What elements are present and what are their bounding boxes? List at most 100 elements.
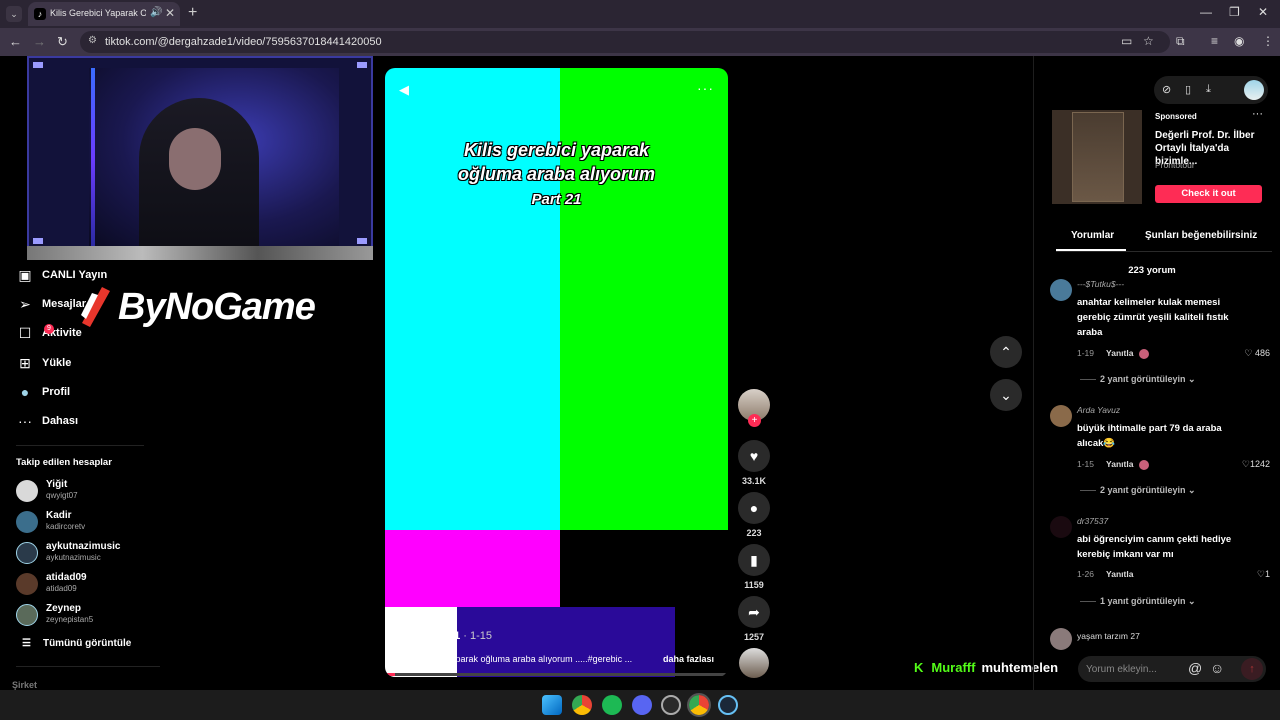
ad-more-icon[interactable]: ··· <box>1252 108 1263 120</box>
tab-close-button[interactable]: ✕ <box>165 6 175 20</box>
extensions-icon[interactable]: ⧉ <box>1176 34 1185 49</box>
mention-icon[interactable]: @ <box>1188 660 1202 676</box>
view-replies-button[interactable]: 2 yanıt görüntüleyin ⌄ <box>1080 374 1196 385</box>
avatar[interactable] <box>1050 279 1072 301</box>
save-button[interactable]: ▮ 1159 <box>737 544 771 590</box>
restore-button[interactable]: ❐ <box>1229 5 1240 19</box>
frame-corner <box>357 62 367 68</box>
ad-brand[interactable]: Prontotour <box>1155 160 1195 170</box>
browser-menu-icon[interactable]: ⋮ <box>1262 34 1274 48</box>
view-replies-button[interactable]: 2 yanıt görüntüleyin ⌄ <box>1080 485 1196 496</box>
chrome-active-icon[interactable] <box>687 693 711 717</box>
music-disc-icon[interactable] <box>739 648 769 678</box>
comment-username[interactable]: dr37537 <box>1077 516 1108 526</box>
site-info-icon[interactable]: ⚙ <box>88 35 97 46</box>
speaker-icon[interactable]: 🔊 <box>150 7 162 18</box>
following-handle: kadircoretv <box>46 522 86 531</box>
comment-like-button[interactable]: ♡1 <box>1257 569 1270 580</box>
more-options-icon[interactable]: ··· <box>697 80 714 96</box>
video-progress-bar[interactable] <box>385 673 728 676</box>
sidebar-item-activity[interactable]: ☐ 9 Aktivite <box>16 322 82 344</box>
sidebar-item-profile[interactable]: ● Profil <box>16 381 70 403</box>
share-button[interactable]: ➦ 1257 <box>737 596 771 642</box>
show-more-link[interactable]: daha fazlası <box>663 654 714 664</box>
new-tab-button[interactable]: + <box>188 4 197 22</box>
profile-icon[interactable]: ◉ <box>1234 34 1244 48</box>
browser-tab[interactable]: ♪ Kilis Gerebici Yaparak Oğlu 🔊 ✕ <box>28 2 180 26</box>
reload-button[interactable]: ↻ <box>57 34 68 50</box>
video-caption-line2: oğluma araba alıyorum <box>457 164 656 184</box>
comment-input-bar: @ ☺ <box>1078 656 1266 682</box>
ad-cta-button[interactable]: Check it out <box>1155 185 1262 203</box>
upload-icon: ⊞ <box>19 354 31 371</box>
avatar[interactable] <box>1050 405 1072 427</box>
comment-meta: 1-26 Yanıtla <box>1077 569 1133 579</box>
compass-icon[interactable]: ⊘ <box>1162 83 1171 96</box>
obs-icon[interactable] <box>661 695 681 715</box>
reply-button[interactable]: Yanıtla <box>1106 459 1133 469</box>
download-icon[interactable]: ⤓ <box>1206 83 1211 96</box>
address-bar[interactable]: ⚙ tiktok.com/@dergahzade1/video/75956370… <box>80 31 1170 53</box>
bookmark-star-icon[interactable]: ☆ <box>1143 34 1154 48</box>
comment-username[interactable]: Arda Yavuz <box>1077 405 1120 415</box>
view-replies-button[interactable]: 1 yanıt görüntüleyin ⌄ <box>1080 596 1196 607</box>
sidebar-footer-company[interactable]: Şirket <box>12 680 37 690</box>
follow-plus-icon[interactable]: + <box>748 414 761 427</box>
like-button[interactable]: ♥ 33.1K <box>737 440 771 486</box>
reply-button[interactable]: Yanıtla <box>1106 569 1133 579</box>
color-bar-white <box>385 607 457 677</box>
comment-input[interactable] <box>1086 660 1186 678</box>
spotify-icon[interactable] <box>602 695 622 715</box>
author-name[interactable]: dergahzade1 <box>393 630 460 642</box>
mute-icon[interactable]: ◀ <box>399 82 409 98</box>
view-replies-label: 2 yanıt görüntüleyin <box>1100 485 1186 495</box>
windows-start-icon[interactable] <box>542 695 562 715</box>
tab-comments[interactable]: Yorumlar <box>1071 230 1114 241</box>
following-handle: zeynepistan5 <box>46 615 94 624</box>
url-text[interactable]: tiktok.com/@dergahzade1/video/7595637018… <box>105 36 382 48</box>
next-video-button[interactable]: ⌄ <box>990 379 1022 411</box>
cast-icon[interactable]: ▭ <box>1121 34 1132 48</box>
reply-button[interactable]: Yanıtla <box>1106 348 1133 358</box>
comment-like-button[interactable]: ♡1242 <box>1242 459 1270 470</box>
comment-username[interactable]: ---$Tutku$--- <box>1077 279 1124 289</box>
color-bar-magenta <box>385 530 560 607</box>
mobile-icon[interactable]: ▯ <box>1185 83 1191 96</box>
heart-outline-icon: ♡ <box>1241 459 1250 469</box>
close-window-button[interactable]: ✕ <box>1258 5 1268 19</box>
video-player[interactable]: ◀ ··· Kilis gerebici yaparak oğluma arab… <box>385 68 728 677</box>
sidebar-item-label: Yükle <box>42 357 72 369</box>
avatar[interactable] <box>1050 628 1072 650</box>
comment-item: Arda Yavuz büyük ihtimalle part 79 da ar… <box>1050 405 1270 505</box>
comment-like-button[interactable]: ♡ 486 <box>1244 348 1270 359</box>
chrome-icon[interactable] <box>572 695 592 715</box>
tab-you-may-like[interactable]: Şunları beğenebilirsiniz <box>1145 230 1257 241</box>
minimize-button[interactable]: — <box>1200 5 1212 19</box>
heart-icon: ♥ <box>738 440 770 472</box>
send-comment-button[interactable]: ↑ <box>1241 658 1263 680</box>
sidebar-item-label: CANLI Yayın <box>42 269 108 281</box>
comment-text: abi öğrenciyim canım çekti hediye kerebi… <box>1077 534 1232 560</box>
previous-video-button[interactable]: ⌃ <box>990 336 1022 368</box>
video-author[interactable]: dergahzade1 · 1-15 <box>393 630 492 642</box>
media-control-icon[interactable]: ≡ <box>1211 34 1218 48</box>
comment-count-label: 223 yorum <box>1128 265 1176 276</box>
sidebar-item-messages[interactable]: ➢ Mesajlar <box>16 293 86 315</box>
avatar <box>16 542 38 564</box>
sidebar-item-more[interactable]: ··· Dahası <box>16 410 78 432</box>
comment-button[interactable]: ● 223 <box>737 492 771 538</box>
comment-username[interactable]: yaşam tarzım 27 <box>1077 631 1140 641</box>
sidebar-item-upload[interactable]: ⊞ Yükle <box>16 352 71 374</box>
like-count: 33.1K <box>741 476 767 486</box>
frame-corner <box>33 238 43 244</box>
steam-icon[interactable] <box>718 695 738 715</box>
emoji-icon[interactable]: ☺ <box>1210 660 1224 676</box>
tab-search-button[interactable]: ⌄ <box>6 6 22 22</box>
avatar[interactable] <box>1050 516 1072 538</box>
discord-icon[interactable] <box>632 695 652 715</box>
user-avatar[interactable] <box>1244 80 1264 100</box>
see-all-following-button[interactable]: ☰ Tümünü görüntüle <box>22 638 131 649</box>
back-button[interactable]: ← <box>9 34 22 49</box>
ad-image[interactable] <box>1052 110 1142 204</box>
forward-button[interactable]: → <box>33 34 46 49</box>
